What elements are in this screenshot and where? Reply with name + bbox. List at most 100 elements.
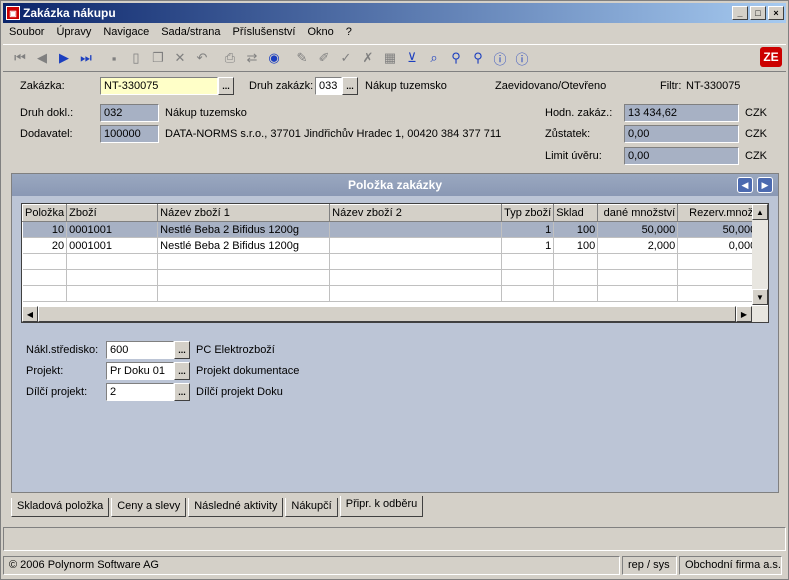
scroll-right-icon[interactable]: ▶	[736, 306, 752, 322]
cell: 10	[22, 221, 68, 238]
filter-icon[interactable]: ⊻	[401, 47, 423, 69]
table-row-empty[interactable]	[22, 253, 760, 270]
druh-zakazk-text: Nákup tuzemsko	[365, 80, 447, 92]
zakazka-label: Zakázka:	[20, 80, 65, 92]
table-row-empty[interactable]	[22, 269, 760, 286]
zustatek-currency: CZK	[745, 128, 767, 140]
print-icon[interactable]: ⎙	[219, 47, 241, 69]
app-icon: ▣	[6, 6, 20, 20]
dilci-input[interactable]: 2	[106, 383, 174, 401]
panel-next-icon[interactable]: ▶	[757, 177, 773, 193]
col-mnozstvi[interactable]: dané množství	[597, 204, 679, 222]
menu-bar: Soubor Úpravy Navigace Sada/strana Přísl…	[3, 24, 358, 42]
first-record-icon[interactable]: ⏮	[9, 47, 31, 69]
projekt-lookup-button[interactable]: ...	[174, 362, 190, 380]
table-row-empty[interactable]	[22, 285, 760, 302]
menu-upravy[interactable]: Úpravy	[50, 24, 97, 42]
app-logo-icon: ZE	[760, 47, 782, 67]
items-table: Položka Zboží Název zboží 1 Název zboží …	[21, 204, 760, 302]
close-button[interactable]: ×	[768, 6, 784, 20]
info-detail-icon[interactable]: ⓘ	[511, 47, 533, 69]
edit-icon[interactable]: ✎	[291, 47, 313, 69]
save-icon[interactable]: ▪	[103, 47, 125, 69]
menu-prislusenstvi[interactable]: Příslušenství	[227, 24, 302, 42]
menu-help[interactable]: ?	[340, 24, 358, 42]
druh-zakazk-label: Druh zakázk:	[249, 80, 314, 92]
tab-nakupci[interactable]: Nákupčí	[285, 498, 338, 517]
zustatek-label: Zůstatek:	[545, 128, 591, 140]
cell: 50,000	[677, 221, 760, 238]
maximize-button[interactable]: □	[750, 6, 766, 20]
export-icon[interactable]: ⇄	[241, 47, 263, 69]
zakazka-lookup-button[interactable]: ...	[218, 77, 234, 95]
tab-skladova-polozka[interactable]: Skladová položka	[11, 498, 110, 517]
col-nazev2[interactable]: Název zboží 2	[329, 204, 503, 222]
calendar-icon[interactable]: ▦	[379, 47, 401, 69]
filter-value: NT-330075	[686, 80, 741, 92]
cell: 1	[501, 237, 555, 254]
scroll-up-icon[interactable]: ▲	[752, 204, 768, 220]
cell: 100	[553, 237, 599, 254]
panel-prev-icon[interactable]: ◀	[737, 177, 753, 193]
menu-sada-strana[interactable]: Sada/strana	[155, 24, 226, 42]
nakl-input[interactable]: 600	[106, 341, 174, 359]
info-icon[interactable]: ⓘ	[489, 47, 511, 69]
globe-icon[interactable]: ◉	[263, 47, 285, 69]
cell: 0,000	[677, 237, 760, 254]
nakl-text: PC Elektrozboží	[196, 344, 275, 356]
filter-label: Filtr:	[660, 80, 682, 92]
nakl-lookup-button[interactable]: ...	[174, 341, 190, 359]
hodn-field: 13 434,62	[624, 104, 739, 122]
col-sklad[interactable]: Sklad	[553, 204, 599, 222]
main-window: ▣ Zakázka nákupu _ □ × Soubor Úpravy Nav…	[0, 0, 789, 580]
filter-clear-icon[interactable]: ✓	[335, 47, 357, 69]
horizontal-scrollbar[interactable]: ◀ ▶	[22, 306, 768, 322]
druh-zakazk-lookup-button[interactable]: ...	[342, 77, 358, 95]
projekt-text: Projekt dokumentace	[196, 365, 300, 377]
col-zbozi[interactable]: Zboží	[66, 204, 159, 222]
menu-okno[interactable]: Okno	[301, 24, 339, 42]
window-title: Zakázka nákupu	[23, 6, 116, 20]
vertical-scrollbar[interactable]: ▲ ▼	[752, 204, 768, 305]
tab-ceny-slevy[interactable]: Ceny a slevy	[111, 498, 187, 517]
table-row[interactable]: 10 0001001 Nestlé Beba 2 Bifidus 1200g 1…	[22, 221, 760, 238]
dodavatel-text: DATA-NORMS s.r.o., 37701 Jindřichův Hrad…	[165, 128, 502, 140]
tab-pripr-k-odberu[interactable]: Připr. k odběru	[339, 496, 424, 517]
table-row[interactable]: 20 0001001 Nestlé Beba 2 Bifidus 1200g 1…	[22, 237, 760, 254]
minimize-button[interactable]: _	[732, 6, 748, 20]
delete-icon[interactable]: ✕	[169, 47, 191, 69]
tab-strip: Skladová položka Ceny a slevy Následné a…	[11, 496, 425, 518]
druh-dokl-field: 032	[100, 104, 159, 122]
toolbar: ⏮ ◀ ▶ ⏭ ▪ ▯ ❐ ✕ ↶ ⎙ ⇄ ◉ ✎ ✐ ✓ ✗ ▦ ⊻ ⌕ ⚲ …	[3, 44, 786, 72]
col-typ[interactable]: Typ zboží	[501, 204, 555, 222]
cell	[329, 221, 503, 238]
prev-record-icon[interactable]: ◀	[31, 47, 53, 69]
new-icon[interactable]: ▯	[125, 47, 147, 69]
menu-soubor[interactable]: Soubor	[3, 24, 50, 42]
col-rezerv[interactable]: Rezerv.množ.	[677, 204, 760, 222]
projekt-input[interactable]: Pr Doku 01	[106, 362, 174, 380]
zakazka-input[interactable]: NT-330075	[100, 77, 218, 95]
search-icon[interactable]: ⚲	[445, 47, 467, 69]
undo-icon[interactable]: ↶	[191, 47, 213, 69]
dodavatel-field: 100000	[100, 125, 159, 143]
next-record-icon[interactable]: ▶	[53, 47, 75, 69]
search-next-icon[interactable]: ⚲	[467, 47, 489, 69]
find-icon[interactable]: ⌕	[423, 47, 445, 69]
menu-navigace[interactable]: Navigace	[97, 24, 155, 42]
scroll-left-icon[interactable]: ◀	[22, 306, 38, 322]
cell: Nestlé Beba 2 Bifidus 1200g	[157, 237, 331, 254]
nakl-label: Nákl.středisko:	[26, 344, 99, 356]
druh-zakazk-input[interactable]: 033	[315, 77, 342, 95]
scroll-thumb[interactable]	[38, 306, 736, 322]
copy-icon[interactable]: ❐	[147, 47, 169, 69]
last-record-icon[interactable]: ⏭	[75, 47, 97, 69]
tab-nasledne-aktivity[interactable]: Následné aktivity	[188, 498, 284, 517]
dilci-lookup-button[interactable]: ...	[174, 383, 190, 401]
filter-remove-icon[interactable]: ✗	[357, 47, 379, 69]
pen-icon[interactable]: ✐	[313, 47, 335, 69]
grid-header: Položka Zboží Název zboží 1 Název zboží …	[21, 204, 760, 222]
col-polozka[interactable]: Položka	[21, 204, 68, 222]
scroll-down-icon[interactable]: ▼	[752, 289, 768, 305]
col-nazev1[interactable]: Název zboží 1	[157, 204, 331, 222]
